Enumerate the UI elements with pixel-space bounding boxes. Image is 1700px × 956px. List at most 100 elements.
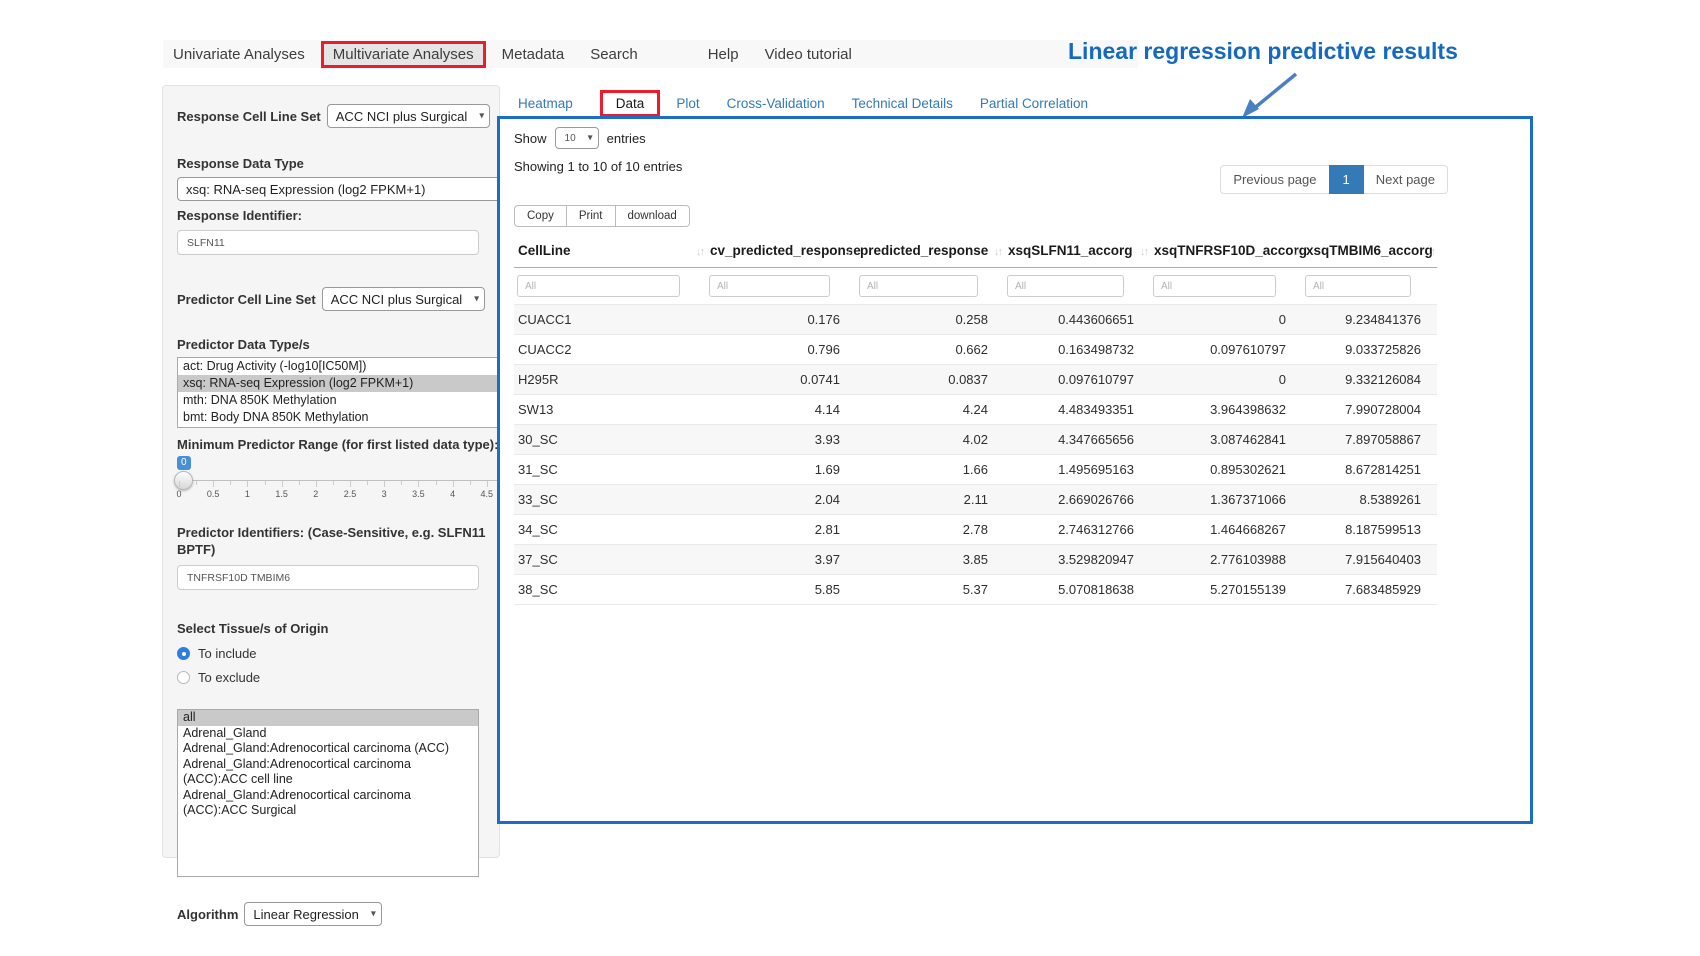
tab-technical-details[interactable]: Technical Details bbox=[852, 96, 953, 111]
column-header-label: CellLine bbox=[518, 243, 571, 258]
nav-item-multivariate-analyses[interactable]: Multivariate Analyses bbox=[321, 41, 486, 68]
response-cell-line-set-select[interactable]: ACC NCI plus Surgical ▾ bbox=[327, 104, 491, 128]
tab-heatmap[interactable]: Heatmap bbox=[518, 96, 573, 111]
column-filter-input-xsqslfn11-accorg[interactable] bbox=[1007, 275, 1124, 297]
tissue-option[interactable]: Adrenal_Gland:Adrenocortical carcinoma (… bbox=[178, 757, 478, 788]
sort-icon[interactable]: ↓↑ bbox=[846, 246, 853, 258]
tissue-option[interactable]: all bbox=[178, 710, 478, 726]
sort-icon[interactable]: ↓↑ bbox=[1292, 246, 1299, 258]
tab-plot[interactable]: Plot bbox=[676, 96, 699, 111]
value-cell: 2.81 bbox=[706, 515, 856, 545]
cell-line-cell: H295R bbox=[514, 365, 706, 395]
nav-item-help[interactable]: Help bbox=[698, 43, 749, 66]
column-header-xsqtnfrsf10d-accorg[interactable]: xsqTNFRSF10D_accorg↓↑ bbox=[1150, 237, 1302, 268]
value-cell: 3.087462841 bbox=[1150, 425, 1302, 455]
tab-data[interactable]: Data bbox=[600, 90, 661, 117]
column-header-xsqtmbim6-accorg[interactable]: xsqTMBIM6_accorg↓↑ bbox=[1302, 237, 1437, 268]
response-identifier-input[interactable]: SLFN11 bbox=[177, 230, 479, 255]
nav-item-univariate-analyses[interactable]: Univariate Analyses bbox=[163, 43, 315, 66]
tab-partial-correlation[interactable]: Partial Correlation bbox=[980, 96, 1088, 111]
annotation-title: Linear regression predictive results bbox=[1068, 38, 1458, 65]
download-button[interactable]: download bbox=[616, 205, 690, 227]
radio-option-to-exclude[interactable]: To exclude bbox=[177, 670, 499, 685]
value-cell: 7.683485929 bbox=[1302, 575, 1437, 605]
column-header-predicted-response[interactable]: predicted_response↓↑ bbox=[856, 237, 1004, 268]
column-filter-input-cellline[interactable] bbox=[517, 275, 680, 297]
value-cell: 0 bbox=[1150, 305, 1302, 335]
value-cell: 4.24 bbox=[856, 395, 1004, 425]
column-header-cv-predicted-response[interactable]: cv_predicted_response↓↑ bbox=[706, 237, 856, 268]
radio-icon[interactable] bbox=[177, 671, 190, 684]
column-filter-input-cv-predicted-response[interactable] bbox=[709, 275, 830, 297]
value-cell: 2.669026766 bbox=[1004, 485, 1150, 515]
sort-icon[interactable]: ↓↑ bbox=[696, 246, 703, 258]
page-length-select[interactable]: 10 ▾ bbox=[555, 127, 599, 149]
slider-tick bbox=[265, 481, 266, 485]
table-filter-row bbox=[514, 268, 1437, 305]
print-button[interactable]: Print bbox=[567, 205, 616, 227]
sort-icon[interactable]: ↓↑ bbox=[994, 246, 1001, 258]
slider-tick bbox=[196, 481, 197, 485]
tab-cross-validation[interactable]: Cross-Validation bbox=[727, 96, 825, 111]
value-cell: 0.097610797 bbox=[1004, 365, 1150, 395]
value-cell: 9.332126084 bbox=[1302, 365, 1437, 395]
value-cell: 1.495695163 bbox=[1004, 455, 1150, 485]
slider-handle[interactable] bbox=[174, 471, 193, 490]
cell-line-cell: 30_SC bbox=[514, 425, 706, 455]
column-filter-input-predicted-response[interactable] bbox=[859, 275, 978, 297]
filter-cell bbox=[1302, 268, 1437, 305]
column-header-xsqslfn11-accorg[interactable]: xsqSLFN11_accorg↓↑ bbox=[1004, 237, 1150, 268]
value-cell: 3.85 bbox=[856, 545, 1004, 575]
column-header-label: cv_predicted_response bbox=[710, 243, 861, 258]
nav-item-video-tutorial[interactable]: Video tutorial bbox=[755, 43, 862, 66]
algorithm-value: Linear Regression bbox=[253, 907, 359, 922]
value-cell: 2.11 bbox=[856, 485, 1004, 515]
predictor-data-type-option[interactable]: mth: DNA 850K Methylation bbox=[178, 392, 518, 409]
value-cell: 0.176 bbox=[706, 305, 856, 335]
column-filter-input-xsqtmbim6-accorg[interactable] bbox=[1305, 275, 1411, 297]
value-cell: 0 bbox=[1150, 365, 1302, 395]
sort-icon[interactable]: ↓↑ bbox=[1427, 246, 1434, 258]
predictor-data-types-listbox[interactable]: act: Drug Activity (-log10[IC50M])xsq: R… bbox=[177, 357, 519, 428]
nav-item-metadata[interactable]: Metadata bbox=[492, 43, 575, 66]
predictor-identifiers-input[interactable]: TNFRSF10D TMBIM6 bbox=[177, 565, 479, 590]
value-cell: 1.66 bbox=[856, 455, 1004, 485]
value-cell: 2.776103988 bbox=[1150, 545, 1302, 575]
value-cell: 3.529820947 bbox=[1004, 545, 1150, 575]
tissue-option[interactable]: Adrenal_Gland:Adrenocortical carcinoma (… bbox=[178, 788, 478, 819]
page-number-button[interactable]: 1 bbox=[1329, 165, 1364, 194]
predictor-data-type-option[interactable]: bmt: Body DNA 850K Methylation bbox=[178, 409, 518, 426]
cell-line-cell: 31_SC bbox=[514, 455, 706, 485]
slider-tick bbox=[470, 481, 471, 485]
table-row: 33_SC2.042.112.6690267661.3673710668.538… bbox=[514, 485, 1437, 515]
value-cell: 0.0837 bbox=[856, 365, 1004, 395]
previous-page-button[interactable]: Previous page bbox=[1220, 165, 1328, 194]
filter-cell bbox=[1004, 268, 1150, 305]
min-predictor-range-slider[interactable]: 0 5 00.511.522.533.544.55 bbox=[177, 456, 519, 512]
slider-tick bbox=[350, 481, 351, 487]
tissue-option[interactable]: Adrenal_Gland bbox=[178, 726, 478, 742]
tissue-option[interactable]: Adrenal_Gland:Adrenocortical carcinoma (… bbox=[178, 741, 478, 757]
next-page-button[interactable]: Next page bbox=[1364, 165, 1448, 194]
predictor-data-type-option[interactable]: act: Drug Activity (-log10[IC50M]) bbox=[178, 358, 518, 375]
radio-icon[interactable] bbox=[177, 647, 190, 660]
slider-tick-label: 2 bbox=[313, 489, 318, 499]
algorithm-select[interactable]: Linear Regression ▾ bbox=[244, 902, 382, 926]
response-cell-line-set-value: ACC NCI plus Surgical bbox=[336, 109, 468, 124]
slider-tick-label: 4.5 bbox=[481, 489, 494, 499]
table-row: H295R0.07410.08370.09761079709.332126084 bbox=[514, 365, 1437, 395]
predictor-data-type-option[interactable]: xsq: RNA-seq Expression (log2 FPKM+1) bbox=[178, 375, 518, 392]
value-cell: 4.347665656 bbox=[1004, 425, 1150, 455]
value-cell: 0.258 bbox=[856, 305, 1004, 335]
column-header-cellline[interactable]: CellLine ↓↑ bbox=[514, 237, 706, 268]
value-cell: 4.14 bbox=[706, 395, 856, 425]
radio-option-to-include[interactable]: To include bbox=[177, 646, 499, 661]
nav-item-search[interactable]: Search bbox=[580, 43, 648, 66]
slider-tick bbox=[418, 481, 419, 487]
predictor-cell-line-set-select[interactable]: ACC NCI plus Surgical ▾ bbox=[322, 287, 486, 311]
column-filter-input-xsqtnfrsf10d-accorg[interactable] bbox=[1153, 275, 1276, 297]
copy-button[interactable]: Copy bbox=[514, 205, 567, 227]
sort-icon[interactable]: ↓↑ bbox=[1140, 246, 1147, 258]
tissue-listbox[interactable]: allAdrenal_GlandAdrenal_Gland:Adrenocort… bbox=[177, 709, 479, 877]
response-data-type-select[interactable]: xsq: RNA-seq Expression (log2 FPKM+1) ▾ bbox=[177, 177, 519, 201]
